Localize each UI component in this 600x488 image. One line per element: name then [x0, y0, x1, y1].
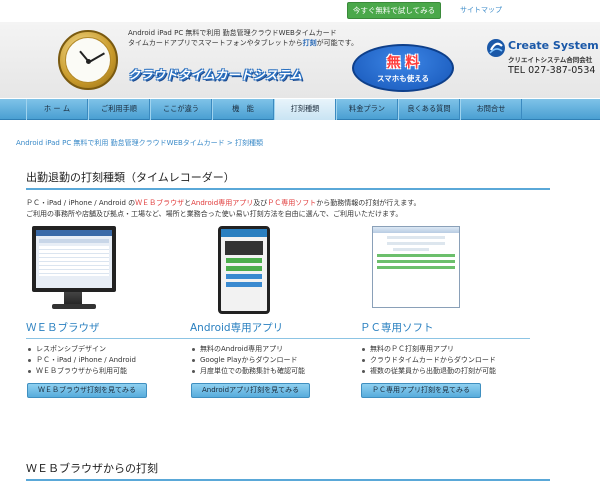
- breadcrumb: Android iPad PC 無料で利用 勤怠管理クラウドWEBタイムカード …: [16, 138, 263, 148]
- breadcrumb-home-link[interactable]: Android iPad PC 無料で利用 勤怠管理クラウドWEBタイムカード: [16, 139, 225, 147]
- list-item: 無料のＰＣ打刻専用アプリ: [360, 344, 530, 355]
- nav-item-stamp-types[interactable]: 打刻種類: [274, 99, 336, 120]
- section-title-web-stamp: ＷＥＢブラウザからの打刻: [26, 460, 550, 481]
- list-item: Google Playからダウンロード: [190, 355, 360, 366]
- free-trial-button[interactable]: 今すぐ無料で試してみる: [347, 2, 441, 19]
- list-item: 月度単位での勤務集計も確認可能: [190, 366, 360, 377]
- page-title: 出勤退勤の打刻種類（タイムレコーダー）: [26, 169, 550, 190]
- intro-line2: ご利用の事務所や店舗及び拠点・工場など、場所と業務合った使い易い打刻方法を自由に…: [26, 210, 403, 218]
- feature-column-android: Android専用アプリ 無料のAndroid専用アプリ Google Play…: [190, 318, 360, 398]
- header-desc-line1: Android iPad PC 無料で利用 勤怠管理クラウドWEBタイムカード: [128, 29, 337, 37]
- feature-list-web: レスポンシブデザイン ＰＣ・iPad / iPhone / Android ＷＥ…: [26, 344, 196, 377]
- header-description: Android iPad PC 無料で利用 勤怠管理クラウドWEBタイムカード …: [128, 28, 388, 48]
- nav-item-usage[interactable]: ご利用手順: [88, 99, 150, 120]
- nav-item-contact[interactable]: お問合せ: [460, 99, 522, 120]
- list-item: ＷＥＢブラウザから利用可能: [26, 366, 196, 377]
- nav-item-pricing[interactable]: 料金プラン: [336, 99, 398, 120]
- free-badge[interactable]: 無 料 スマホも使える: [352, 44, 454, 92]
- view-web-stamp-button[interactable]: ＷＥＢブラウザ打刻を見てみる: [27, 383, 147, 398]
- free-badge-subtitle: スマホも使える: [376, 74, 430, 83]
- header-desc-line2: タイムカードアプリでスマートフォンやタブレットから打刻が可能です。: [128, 39, 358, 47]
- view-pc-stamp-button[interactable]: ＰＣ専用アプリ打刻を見てみる: [361, 383, 481, 398]
- feature-list-pc: 無料のＰＣ打刻専用アプリ クラウドタイムカードからダウンロード 複数の従業員から…: [360, 344, 530, 377]
- feature-column-pc: ＰＣ専用ソフト 無料のＰＣ打刻専用アプリ クラウドタイムカードからダウンロード …: [360, 318, 530, 398]
- feature-list-android: 無料のAndroid専用アプリ Google Playからダウンロード 月度単位…: [190, 344, 360, 377]
- feature-title-web: ＷＥＢブラウザ: [26, 320, 196, 339]
- feature-title-android: Android専用アプリ: [190, 320, 360, 339]
- company-logo-icon: [487, 39, 505, 57]
- company-name-jp: クリエイトシステム合同会社: [508, 56, 593, 64]
- nav-item-features[interactable]: 機 能: [212, 99, 274, 120]
- list-item: 無料のAndroid専用アプリ: [190, 344, 360, 355]
- top-bar: 今すぐ無料で試してみる サイトマップ: [0, 0, 600, 22]
- clock-logo-icon[interactable]: [58, 30, 118, 90]
- nav-item-home[interactable]: ホ ー ム: [26, 99, 88, 120]
- sitemap-link[interactable]: サイトマップ: [460, 5, 502, 15]
- nav-item-faq[interactable]: 良くある質問: [398, 99, 460, 120]
- breadcrumb-current: 打刻種類: [235, 139, 263, 147]
- list-item: レスポンシブデザイン: [26, 344, 196, 355]
- intro-line1: ＰＣ・iPad / iPhone / Android のＷＥＢブラウザとAndr…: [26, 199, 421, 207]
- view-android-stamp-button[interactable]: Androidアプリ打刻を見てみる: [191, 383, 311, 398]
- intro-text: ＰＣ・iPad / iPhone / Android のＷＥＢブラウザとAndr…: [26, 198, 546, 220]
- pc-monitor-image: [32, 226, 116, 292]
- company-name: Create System: [508, 39, 599, 52]
- free-badge-title: 無 料: [386, 55, 420, 71]
- illustrations: [0, 226, 600, 318]
- breadcrumb-separator: >: [224, 139, 235, 147]
- site-logo-text[interactable]: クラウドタイムカードシステム: [128, 66, 302, 83]
- pc-software-window-image: [372, 226, 460, 308]
- company-phone: TEL 027-387-0534: [508, 65, 596, 76]
- list-item: クラウドタイムカードからダウンロード: [360, 355, 530, 366]
- feature-title-pc: ＰＣ専用ソフト: [360, 320, 530, 339]
- list-item: ＰＣ・iPad / iPhone / Android: [26, 355, 196, 366]
- nav-item-difference[interactable]: ここが違う: [150, 99, 212, 120]
- feature-column-web: ＷＥＢブラウザ レスポンシブデザイン ＰＣ・iPad / iPhone / An…: [26, 318, 196, 398]
- android-phone-image: [218, 226, 270, 314]
- main-nav: ホ ー ム ご利用手順 ここが違う 機 能 打刻種類 料金プラン 良くある質問 …: [0, 99, 600, 120]
- list-item: 複数の従業員から出勤退勤の打刻が可能: [360, 366, 530, 377]
- site-header: Android iPad PC 無料で利用 勤怠管理クラウドWEBタイムカード …: [0, 22, 600, 98]
